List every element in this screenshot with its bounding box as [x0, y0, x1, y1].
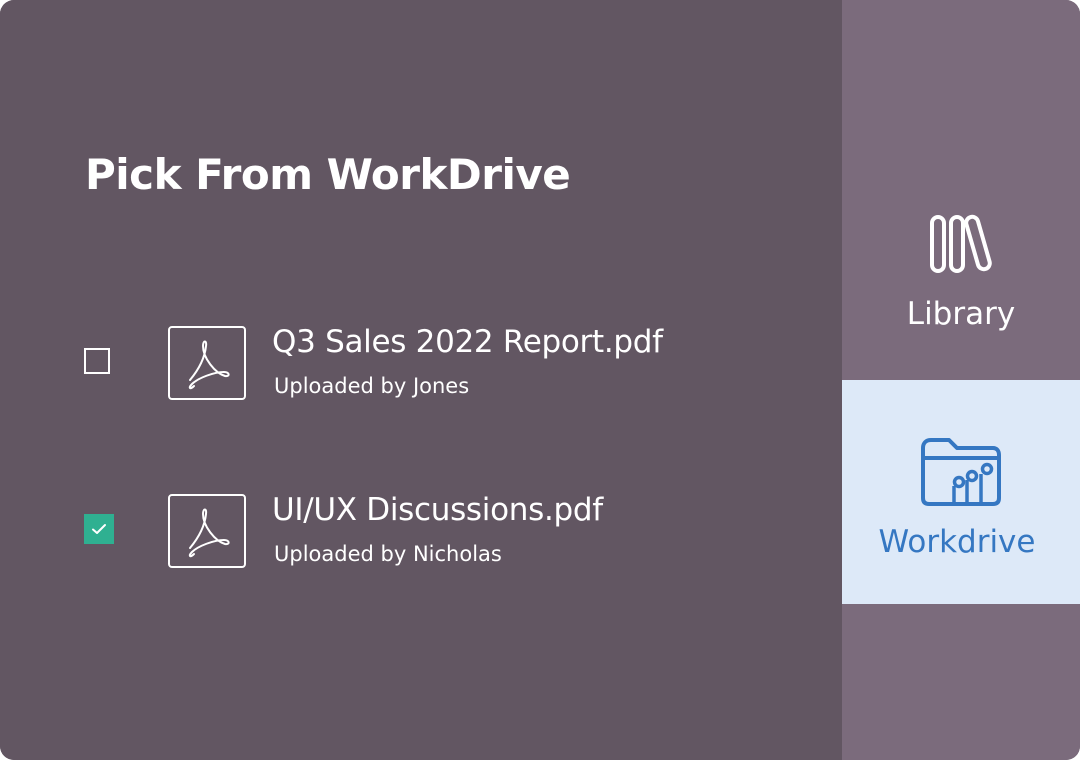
- file-row[interactable]: Q3 Sales 2022 Report.pdf Uploaded by Jon…: [0, 318, 842, 408]
- file-uploader: Uploaded by Nicholas: [274, 542, 502, 566]
- folder-chart-icon: [921, 438, 1001, 506]
- library-books-icon: [930, 214, 992, 273]
- page-title: Pick From WorkDrive: [85, 150, 571, 199]
- checkmark-icon: [92, 524, 106, 534]
- sidebar-item-workdrive[interactable]: Workdrive: [842, 380, 1080, 604]
- sidebar-item-library[interactable]: Library: [842, 0, 1080, 380]
- sidebar-item-label: Library: [906, 296, 1016, 332]
- pdf-icon: [168, 494, 246, 568]
- file-checkbox[interactable]: [84, 348, 110, 374]
- file-uploader: Uploaded by Jones: [274, 374, 470, 398]
- pdf-icon: [168, 326, 246, 400]
- file-row[interactable]: UI/UX Discussions.pdf Uploaded by Nichol…: [0, 486, 842, 576]
- file-name: Q3 Sales 2022 Report.pdf: [272, 324, 663, 360]
- file-checkbox-checked[interactable]: [84, 514, 114, 544]
- file-picker-panel: Pick From WorkDrive Q3 Sales 2022 Report…: [0, 0, 842, 760]
- source-sidebar: Library Workdrive: [842, 0, 1080, 760]
- workdrive-picker-window: Pick From WorkDrive Q3 Sales 2022 Report…: [0, 0, 1080, 760]
- sidebar-item-label: Workdrive: [878, 524, 1036, 560]
- file-name: UI/UX Discussions.pdf: [272, 492, 603, 528]
